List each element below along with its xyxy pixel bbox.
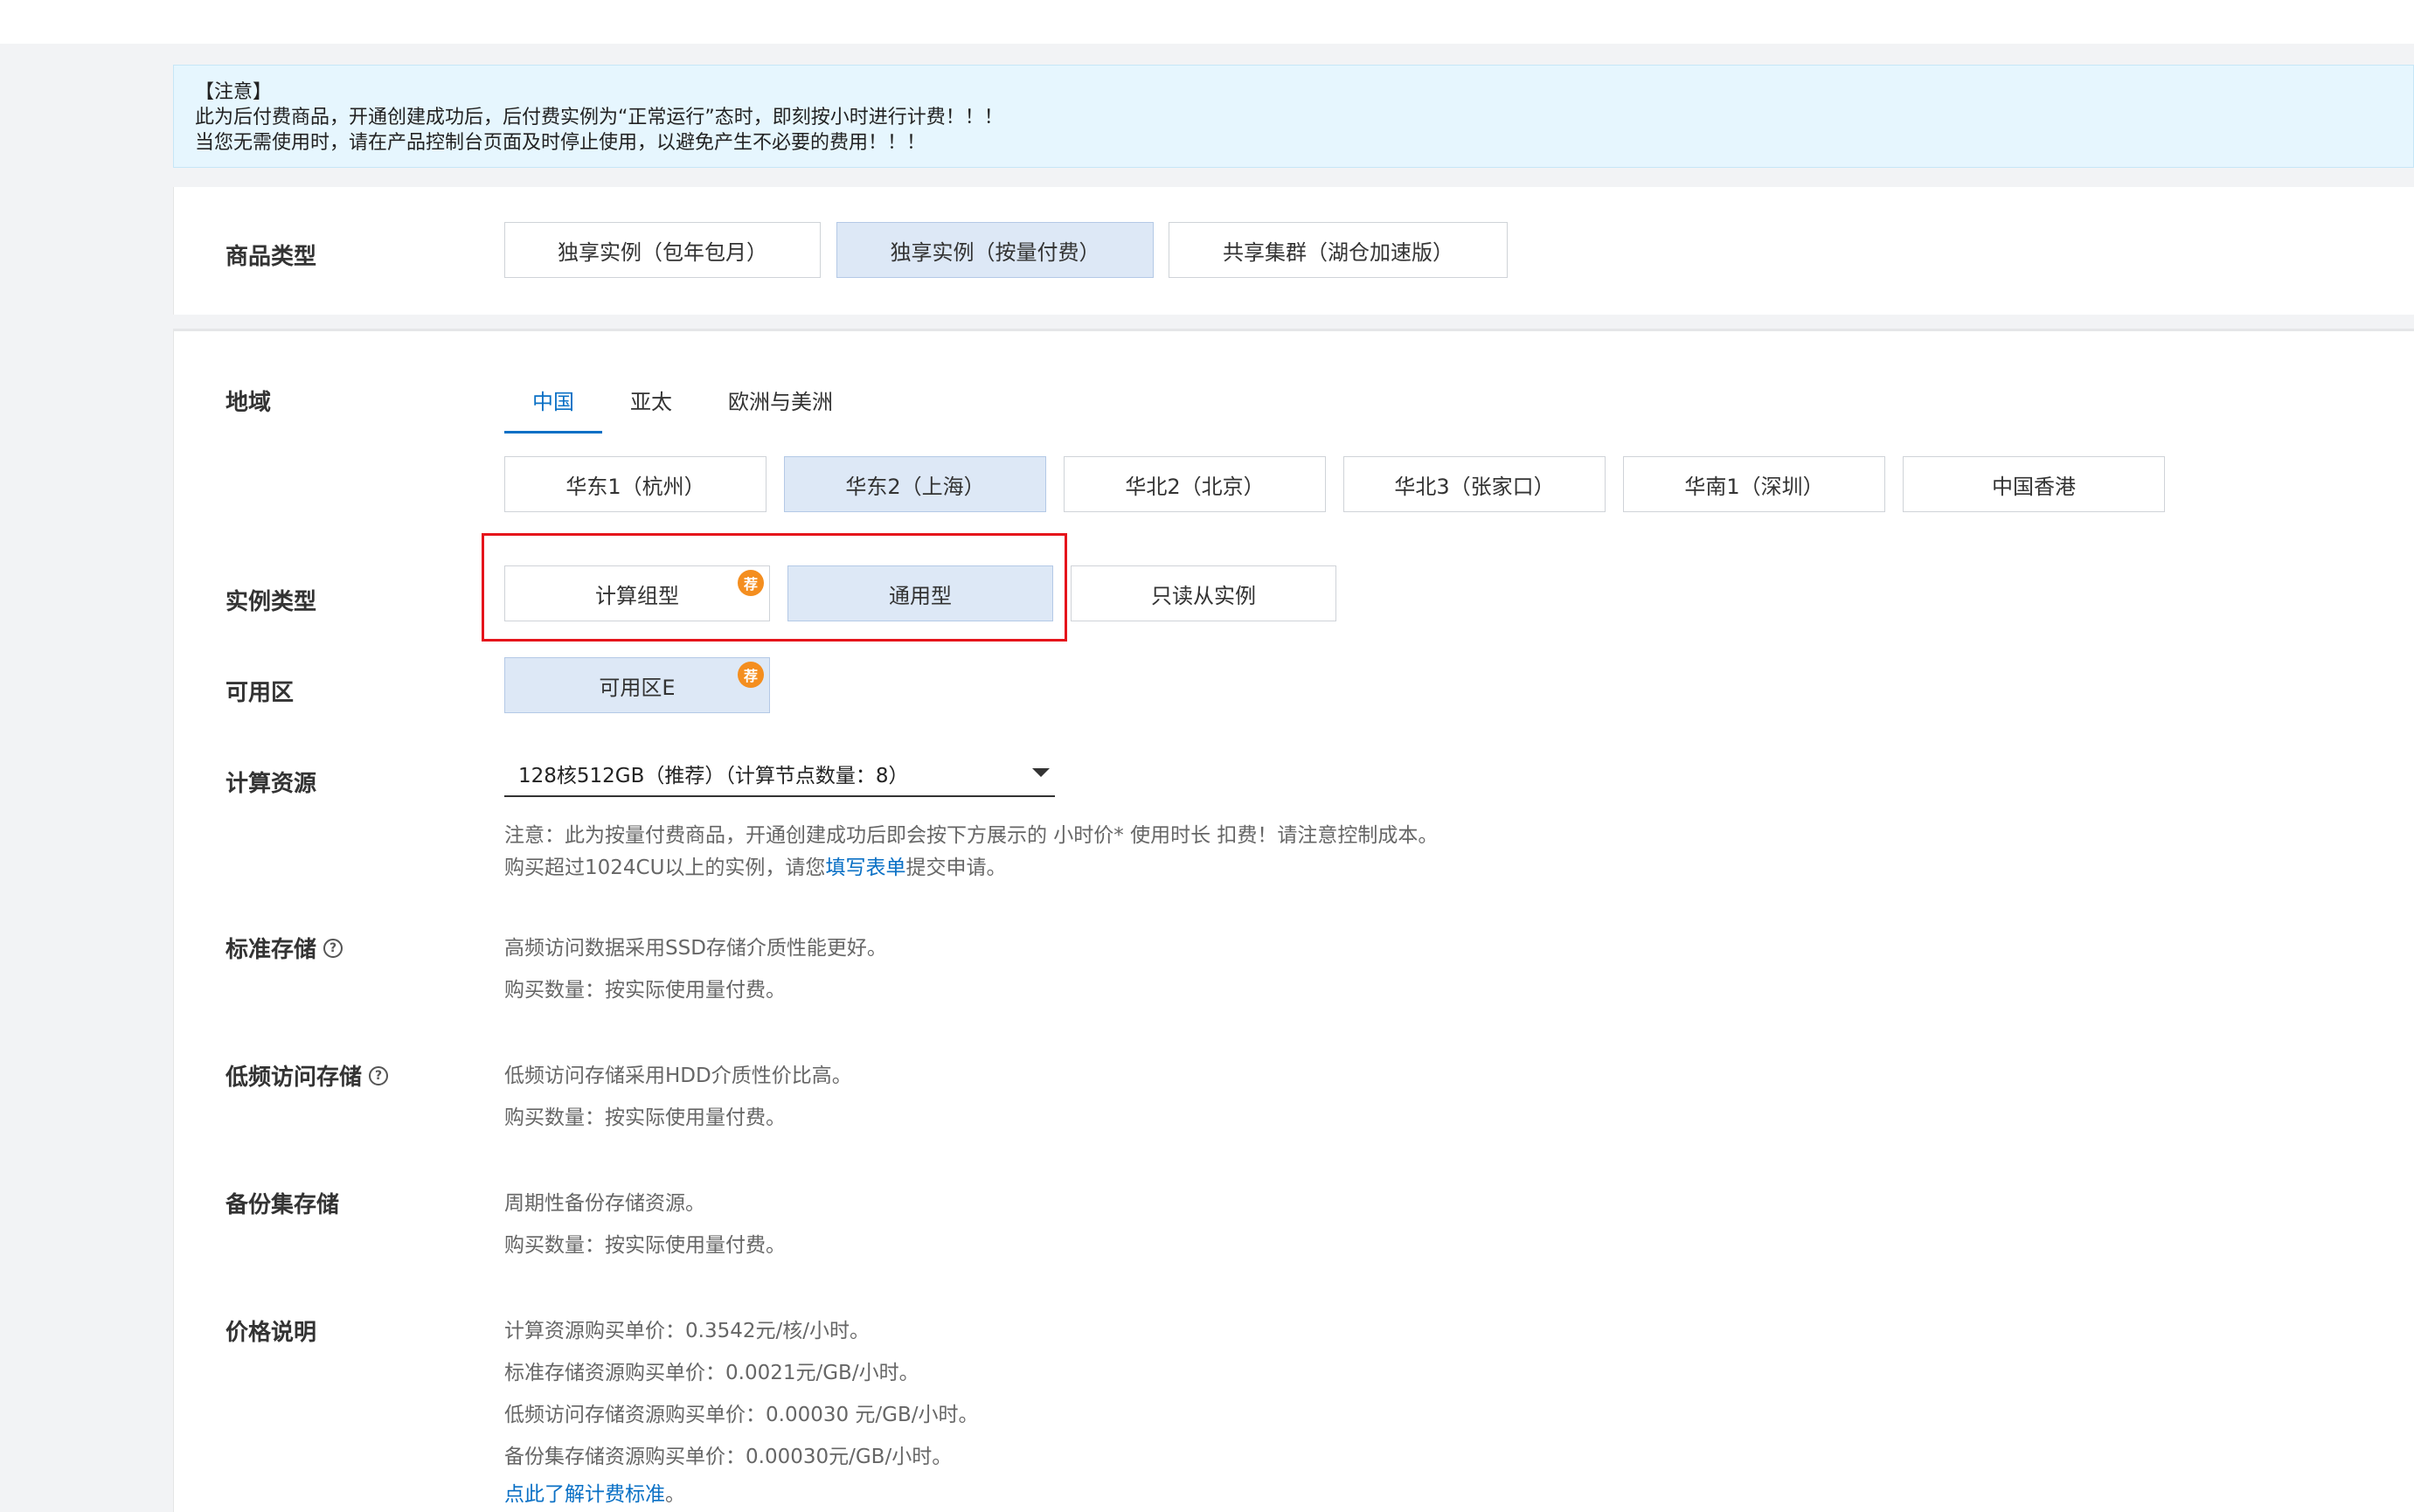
backup-storage-qty: 购买数量：按实际使用量付费。 bbox=[504, 1234, 786, 1257]
region-option-shenzhen[interactable]: 华南1（深圳） bbox=[1623, 456, 1885, 512]
instance-option-readonly[interactable]: 只读从实例 bbox=[1071, 565, 1336, 621]
product-type-label: 商品类型 bbox=[225, 244, 317, 270]
tab-china[interactable]: 中国 bbox=[504, 385, 602, 433]
recommend-badge: 荐 bbox=[738, 662, 764, 688]
product-option-subscription[interactable]: 独享实例（包年包月） bbox=[504, 222, 821, 278]
region-option-hangzhou[interactable]: 华东1（杭州） bbox=[504, 456, 767, 512]
top-bar bbox=[0, 0, 2414, 44]
price-info: 点此了解计费标准。 bbox=[504, 1477, 685, 1507]
tab-asia-pacific[interactable]: 亚太 bbox=[617, 385, 685, 433]
std-storage-desc: 高频访问数据采用SSD存储介质性能更好。 bbox=[504, 937, 887, 960]
billing-notice: 【注意】 此为后付费商品，开通创建成功后，后付费实例为“正常运行”态时，即刻按小… bbox=[173, 65, 2414, 168]
recommend-badge: 荐 bbox=[738, 570, 764, 596]
fill-form-link[interactable]: 填写表单 bbox=[825, 857, 905, 879]
compute-label: 计算资源 bbox=[225, 771, 317, 797]
help-icon[interactable]: ? bbox=[323, 938, 343, 958]
compute-note-apply-suffix: 提交申请。 bbox=[905, 857, 1007, 879]
instance-type-label: 实例类型 bbox=[225, 589, 317, 615]
zone-label: 可用区 bbox=[225, 680, 295, 706]
help-icon[interactable]: ? bbox=[369, 1065, 389, 1085]
zone-option-e[interactable]: 可用区E 荐 bbox=[504, 657, 770, 713]
price-line-backup-storage: 备份集存储资源购买单价：0.00030元/GB/小时。 bbox=[504, 1446, 953, 1468]
region-label: 地域 bbox=[225, 390, 272, 416]
price-line-compute: 计算资源购买单价：0.3542元/核/小时。 bbox=[504, 1320, 870, 1342]
compute-select-value: 128核512GB（推荐）（计算节点数量：8） bbox=[518, 765, 909, 787]
region-option-shanghai[interactable]: 华东2（上海） bbox=[784, 456, 1046, 512]
backup-storage-label: 备份集存储 bbox=[225, 1192, 340, 1218]
tab-europe-americas[interactable]: 欧洲与美洲 bbox=[717, 385, 844, 433]
notice-title: 【注意】 bbox=[195, 81, 273, 103]
std-storage-qty: 购买数量：按实际使用量付费。 bbox=[504, 979, 786, 1002]
low-storage-label-text: 低频访问存储 bbox=[225, 1065, 363, 1091]
low-storage-qty: 购买数量：按实际使用量付费。 bbox=[504, 1106, 786, 1129]
zone-option-label: 可用区E bbox=[599, 675, 676, 700]
backup-storage-desc: 周期性备份存储资源。 bbox=[504, 1192, 705, 1215]
compute-note-apply: 购买超过1024CU以上的实例，请您填写表单提交申请。 bbox=[504, 850, 1006, 880]
product-option-pay-as-you-go[interactable]: 独享实例（按量付费） bbox=[836, 222, 1154, 278]
compute-select[interactable]: 128核512GB（推荐）（计算节点数量：8） bbox=[504, 752, 1055, 797]
region-option-beijing[interactable]: 华北2（北京） bbox=[1064, 456, 1326, 512]
compute-note-billing: 注意：此为按量付费商品，开通创建成功后即会按下方展示的 小时价* 使用时长 扣费… bbox=[504, 824, 1439, 847]
billing-standard-link[interactable]: 点此了解计费标准 bbox=[504, 1483, 665, 1506]
price-line-std-storage: 标准存储资源购买单价：0.0021元/GB/小时。 bbox=[504, 1362, 919, 1384]
price-line-low-storage: 低频访问存储资源购买单价：0.00030 元/GB/小时。 bbox=[504, 1404, 979, 1426]
compute-note-apply-prefix: 购买超过1024CU以上的实例，请您 bbox=[504, 857, 826, 879]
region-option-hongkong[interactable]: 中国香港 bbox=[1903, 456, 2165, 512]
region-option-zhangjiakou[interactable]: 华北3（张家口） bbox=[1343, 456, 1606, 512]
price-info-suffix: 。 bbox=[665, 1483, 685, 1506]
low-storage-desc: 低频访问存储采用HDD介质性价比高。 bbox=[504, 1065, 852, 1087]
instance-option-general[interactable]: 通用型 bbox=[787, 565, 1053, 621]
std-storage-label-text: 标准存储 bbox=[225, 937, 317, 963]
product-option-shared-cluster[interactable]: 共享集群（湖仓加速版） bbox=[1169, 222, 1508, 278]
std-storage-label: 标准存储 ? bbox=[225, 932, 343, 964]
low-storage-label: 低频访问存储 ? bbox=[225, 1059, 389, 1092]
chevron-down-icon bbox=[1032, 768, 1050, 777]
notice-line-billing: 此为后付费商品，开通创建成功后，后付费实例为“正常运行”态时，即刻按小时进行计费… bbox=[195, 107, 1003, 128]
price-label: 价格说明 bbox=[225, 1320, 317, 1346]
instance-option-compute-group[interactable]: 计算组型 荐 bbox=[504, 565, 770, 621]
notice-line-stop: 当您无需使用时，请在产品控制台页面及时停止使用，以避免产生不必要的费用！！！ bbox=[195, 132, 926, 154]
instance-option-label: 计算组型 bbox=[595, 583, 679, 608]
